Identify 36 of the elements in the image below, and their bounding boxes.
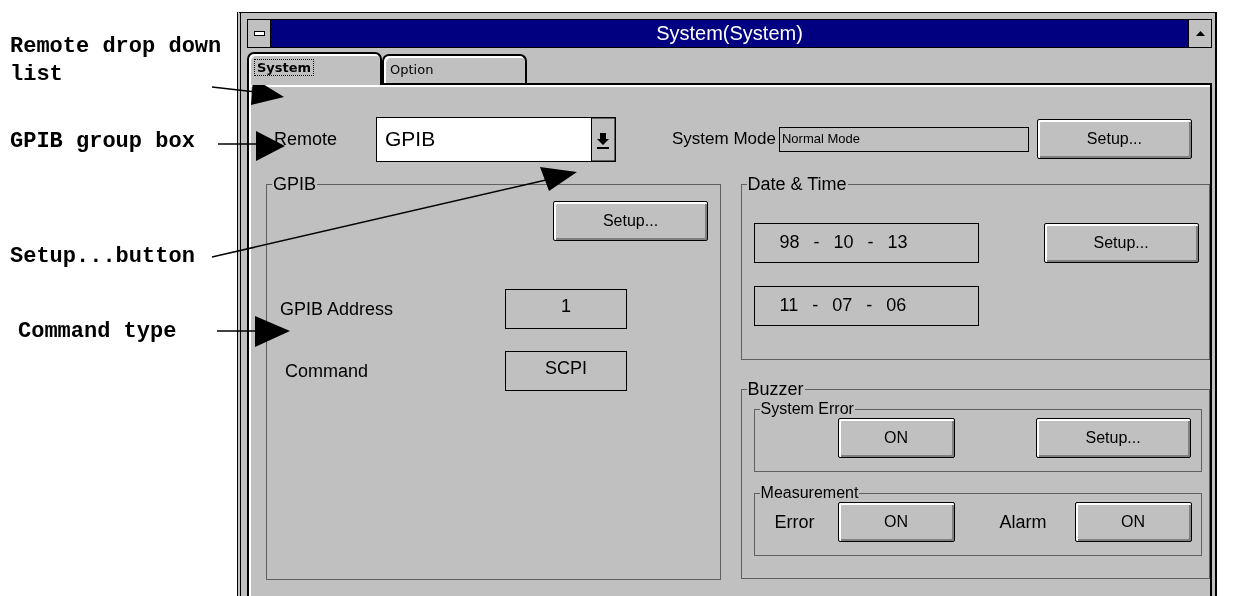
time-field: 11 - 07 - 06 <box>753 286 979 326</box>
command-label: Command <box>284 360 370 382</box>
remote-label: Remote <box>274 128 339 150</box>
system-mode-field: Normal Mode <box>778 126 1029 152</box>
group-title: Date & Time <box>746 174 848 195</box>
control-menu-button[interactable] <box>248 20 271 47</box>
gpib-address-label: GPIB Address <box>280 298 395 320</box>
alarm-label: Alarm <box>999 511 1048 533</box>
on-button[interactable]: ON <box>1074 502 1192 542</box>
up-triangle-icon <box>1195 31 1205 36</box>
group-title: Measurement <box>759 484 860 502</box>
remote-dropdown[interactable]: GPIB <box>376 116 616 162</box>
callout-label: Command type <box>18 318 178 346</box>
date-field: 98 - 10 - 13 <box>753 223 979 263</box>
setup-button[interactable]: Setup... <box>1035 418 1191 458</box>
error-label: Error <box>774 511 816 533</box>
callout-label: Remote drop down list <box>10 33 223 89</box>
on-button[interactable]: ON <box>837 418 955 458</box>
minus-icon <box>253 31 265 36</box>
system-mode-label: System Mode <box>672 129 776 149</box>
command-field: SCPI <box>505 351 627 391</box>
window-title: System(System) <box>655 21 804 46</box>
on-button[interactable]: ON <box>837 502 955 542</box>
callout-label: GPIB group box <box>10 128 196 156</box>
group-title: Buzzer <box>746 379 805 400</box>
callout-label: Setup...button <box>10 243 196 271</box>
group-title: GPIB <box>272 174 317 195</box>
setup-button[interactable]: Setup... <box>1036 119 1192 159</box>
gpib-address-field: 1 <box>505 289 627 329</box>
setup-button[interactable]: Setup... <box>553 201 708 241</box>
group-title: System Error <box>759 400 855 418</box>
maximize-button[interactable] <box>1188 20 1211 47</box>
tab[interactable]: System <box>247 52 382 85</box>
tab[interactable]: Option <box>382 54 527 83</box>
dropdown-arrow-icon <box>591 117 615 161</box>
setup-button[interactable]: Setup... <box>1043 223 1199 263</box>
